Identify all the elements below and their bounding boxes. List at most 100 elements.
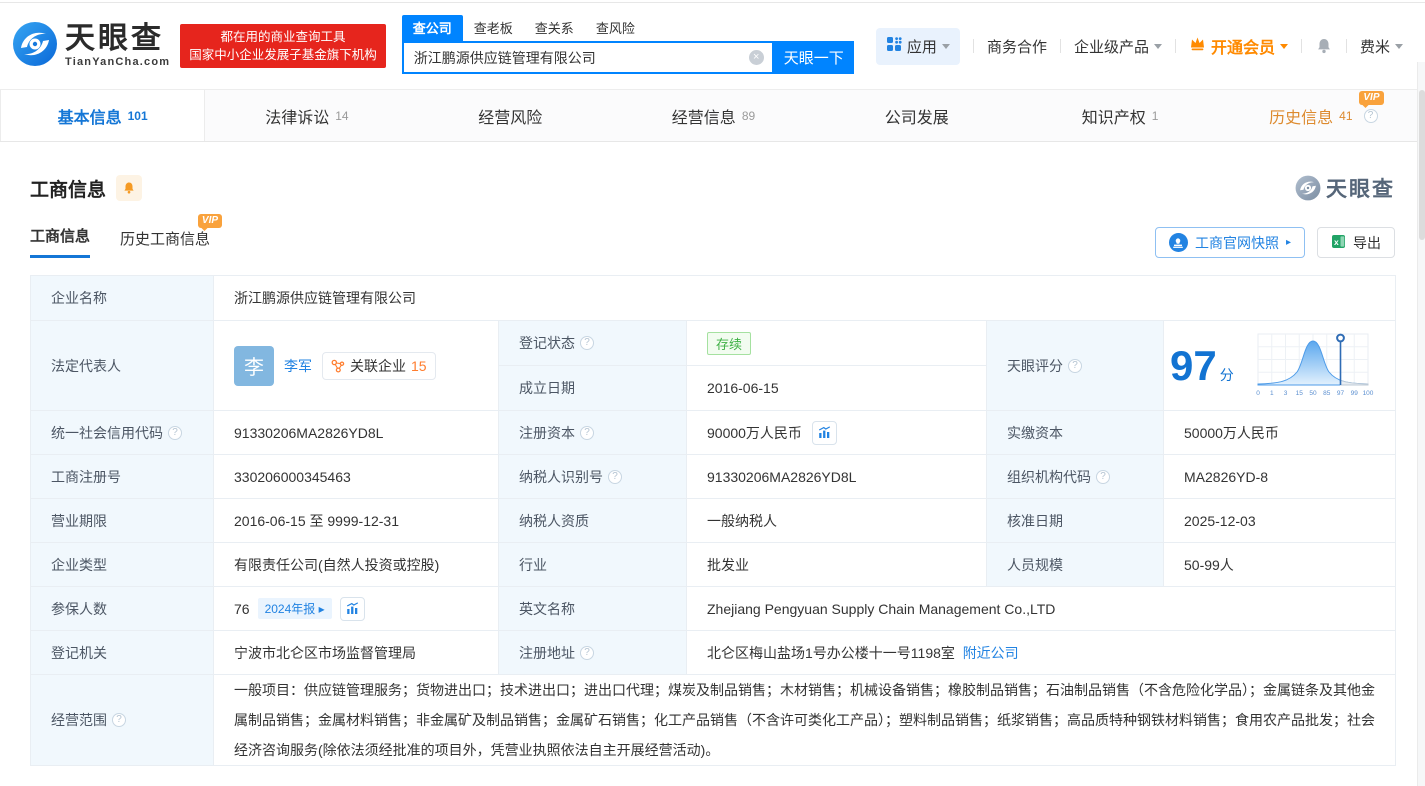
tab-history-info[interactable]: 历史信息 41 VIP — [1222, 90, 1425, 141]
help-icon[interactable] — [112, 713, 126, 727]
user-menu[interactable]: 费米 — [1360, 36, 1403, 57]
industry-label: 行业 — [498, 542, 687, 587]
subtab-business-info[interactable]: 工商信息 — [30, 225, 91, 258]
taxpayer-id-label: 纳税人识别号 — [498, 454, 687, 499]
reg-status-label: 登记状态 — [498, 320, 687, 366]
english-name-label: 英文名称 — [498, 586, 687, 631]
paid-capital-label: 实缴资本 — [986, 410, 1164, 455]
brand-domain: TianYanCha.com — [65, 56, 171, 68]
search-input[interactable] — [411, 48, 749, 67]
table-row: 法定代表人 李 李军 关联企业 15 登记状态 ? 存续 天眼评分 ? 97 分… — [30, 320, 1397, 411]
table-row: 营业期限 2016-06-15 至 9999-12-31 纳税人资质 一般纳税人… — [30, 498, 1397, 543]
help-icon[interactable] — [1068, 358, 1082, 373]
help-icon[interactable] — [168, 425, 182, 440]
notification-bell-button[interactable] — [1315, 37, 1333, 55]
vip-badge: VIP — [197, 214, 223, 228]
tab-operation-risk[interactable]: 经营风险 — [409, 90, 612, 141]
business-cooperation-link[interactable]: 商务合作 — [987, 36, 1047, 57]
divider — [1300, 39, 1302, 53]
search-button[interactable]: 天眼一下 — [773, 41, 854, 74]
annual-report-badge[interactable]: 2024年报 ▸ — [257, 598, 332, 619]
table-row: 工商注册号 330206000345463 纳税人识别号 91330206MA2… — [30, 454, 1397, 499]
official-snapshot-button[interactable]: 工商官网快照 ▸ — [1154, 227, 1305, 258]
enterprise-product-menu[interactable]: 企业级产品 — [1074, 36, 1162, 57]
help-icon[interactable] — [580, 336, 594, 350]
score-cell: 97 分 0 1 3 15 50 85 97 99 100 — [1162, 320, 1397, 411]
business-scope-label: 经营范围 — [30, 674, 214, 766]
capital-chart-button[interactable] — [811, 420, 837, 445]
stamp-icon — [1168, 233, 1188, 252]
help-icon[interactable] — [1096, 469, 1110, 484]
brand-name: 天眼查 — [65, 22, 164, 55]
search-tab-boss[interactable]: 查老板 — [463, 15, 524, 41]
company-name-value: 浙江鹏源供应链管理有限公司 — [212, 275, 1397, 321]
watermark-logo-icon — [1295, 175, 1321, 201]
svg-text:1: 1 — [1270, 390, 1274, 397]
established-label: 成立日期 — [498, 365, 687, 411]
reg-capital-label: 注册资本 — [498, 410, 687, 455]
chevron-down-icon — [941, 44, 950, 53]
search-input-wrap — [401, 41, 774, 74]
help-icon[interactable] — [608, 469, 622, 484]
tab-legal-litigation[interactable]: 法律诉讼 14 — [205, 90, 408, 141]
bar-chart-icon — [818, 426, 831, 438]
apps-menu[interactable]: 应用 — [875, 27, 960, 65]
bell-icon — [124, 182, 134, 194]
svg-text:0: 0 — [1256, 390, 1260, 397]
legal-rep-link[interactable]: 李军 — [284, 356, 312, 376]
chevron-down-icon — [1153, 44, 1162, 53]
svg-text:3: 3 — [1283, 390, 1287, 397]
related-companies-badge[interactable]: 关联企业 15 — [322, 351, 436, 380]
tab-operation-info[interactable]: 经营信息 89 — [612, 90, 815, 141]
vip-badge: VIP — [1359, 90, 1384, 105]
avatar[interactable]: 李 — [234, 345, 274, 386]
open-membership-button[interactable]: 开通会员 — [1189, 34, 1288, 58]
tianyancha-logo[interactable]: 天眼查 TianYanCha.com — [12, 21, 170, 72]
svg-text:99: 99 — [1350, 390, 1358, 397]
established-value: 2016-06-15 — [686, 365, 987, 411]
tab-basic-info[interactable]: 基本信息 101 — [0, 90, 206, 141]
help-icon[interactable] — [580, 645, 594, 660]
insured-chart-button[interactable] — [339, 596, 365, 621]
tab-intellectual-property[interactable]: 知识产权 1 — [1018, 90, 1221, 141]
section-title: 工商信息 — [30, 179, 107, 201]
status-badge: 存续 — [707, 331, 752, 355]
table-row: 企业类型 有限责任公司(自然人投资或控股) 行业 批发业 人员规模 50-99人 — [30, 542, 1397, 587]
divider — [1345, 39, 1347, 53]
apps-grid-icon — [886, 36, 902, 56]
taxpayer-quality-label: 纳税人资质 — [498, 498, 687, 543]
org-code-label: 组织机构代码 — [986, 454, 1164, 499]
divider — [1174, 39, 1176, 53]
staff-size-label: 人员规模 — [986, 542, 1164, 587]
reg-address-label: 注册地址 — [498, 630, 687, 675]
company-page-tabs: 基本信息 101 法律诉讼 14 经营风险 经营信息 89 公司发展 知识产权 1 历史… — [0, 89, 1425, 142]
clear-icon[interactable] — [748, 50, 764, 65]
divider — [1059, 39, 1061, 53]
reg-authority-value: 宁波市北仑区市场监督管理局 — [213, 630, 499, 675]
help-icon[interactable] — [1363, 108, 1378, 123]
chevron-down-icon — [1279, 44, 1288, 53]
english-name-value: Zhejiang Pengyuan Supply Chain Managemen… — [685, 586, 1397, 631]
business-scope-value: 一般项目：供应链管理服务；货物进出口；技术进出口；进出口代理；煤炭及制品销售；木… — [212, 674, 1397, 766]
nearby-companies-link[interactable]: 附近公司 — [963, 645, 1019, 661]
search-tab-relation[interactable]: 查关系 — [524, 15, 585, 41]
subscribe-bell-button[interactable] — [116, 175, 143, 201]
tab-company-development[interactable]: 公司发展 — [815, 90, 1018, 141]
table-row: 统一社会信用代码 91330206MA2826YD8L 注册资本 90000万人… — [30, 410, 1397, 455]
company-type-label: 企业类型 — [30, 542, 214, 587]
company-type-value: 有限责任公司(自然人投资或控股) — [213, 542, 499, 587]
reg-status-value: 存续 — [686, 320, 987, 366]
scrollbar[interactable] — [1417, 62, 1425, 786]
help-icon[interactable] — [580, 425, 594, 440]
business-term-value: 2016-06-15 至 9999-12-31 — [213, 498, 499, 543]
scrollbar-thumb[interactable] — [1419, 90, 1425, 240]
svg-text:100: 100 — [1362, 390, 1373, 397]
search-tab-company[interactable]: 查公司 — [401, 15, 463, 41]
network-icon — [331, 359, 345, 373]
subtab-history-business-info[interactable]: 历史工商信息 VIP — [120, 214, 223, 258]
search-tab-risk[interactable]: 查风险 — [585, 15, 646, 41]
export-button[interactable]: x 导出 — [1317, 227, 1395, 258]
watermark-logo: 天眼查 — [1295, 173, 1395, 203]
header-nav: 应用 商务合作 企业级产品 开通会员 费米 — [875, 27, 1403, 65]
excel-icon: x — [1331, 234, 1346, 252]
